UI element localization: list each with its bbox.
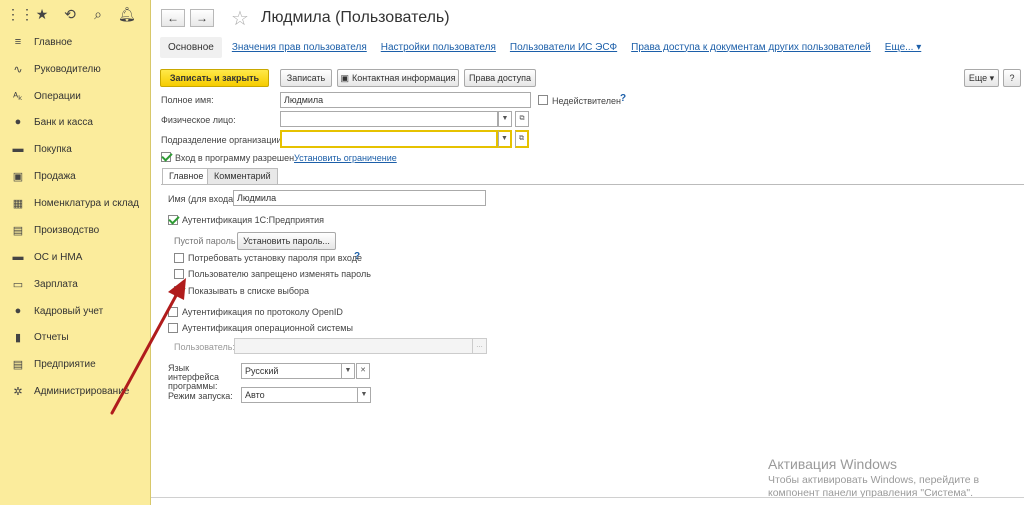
menu-icon: ≡: [14, 36, 22, 48]
help-icon[interactable]: ?: [620, 93, 626, 104]
sidebar-item-assets[interactable]: ▬ ОС и НМА: [0, 247, 150, 267]
tab-divider: [161, 184, 1024, 185]
set-password-button[interactable]: Установить пароль...: [237, 232, 336, 250]
sidebar-item-main[interactable]: ≡ Главное: [0, 32, 150, 52]
windows-activation-watermark: Активация Windows Чтобы активировать Win…: [768, 456, 980, 499]
sidebar-item-sales[interactable]: ▣ Продажа: [0, 166, 150, 186]
os-user-field: [234, 338, 473, 354]
full-name-label: Полное имя:: [161, 95, 214, 105]
tab-doc-access[interactable]: Права доступа к документам других пользо…: [631, 42, 871, 53]
contact-info-button[interactable]: ▣ Контактная информация: [337, 69, 459, 87]
full-name-field[interactable]: Людмила: [280, 92, 531, 108]
auth-1c-checkbox[interactable]: [168, 215, 178, 225]
access-rights-button[interactable]: Права доступа: [464, 69, 536, 87]
department-dropdown-icon[interactable]: ▼: [498, 130, 512, 148]
contact-icon: ▣: [340, 72, 350, 83]
tab-main[interactable]: Основное: [160, 36, 222, 58]
save-button[interactable]: Записать: [280, 69, 332, 87]
annotation-arrow-icon: [110, 278, 186, 415]
back-button[interactable]: ←: [161, 9, 185, 27]
inactive-label: Недействителен: [552, 96, 621, 106]
main-panel: ← → ☆ Людмила (Пользователь) Основное Зн…: [151, 0, 1024, 505]
launch-mode-field[interactable]: Авто: [241, 387, 358, 403]
help-button[interactable]: ?: [1003, 69, 1021, 87]
chart-icon: ∿: [13, 63, 23, 76]
sidebar-toolbar: ⋮⋮ ★ ⟲ ⌕ 🔔︎: [0, 0, 150, 27]
login-allowed-label: Вход в программу разрешен: [175, 153, 295, 163]
sidebar-item-operations[interactable]: ᴬₖ Операции: [0, 86, 150, 106]
tab-esf-users[interactable]: Пользователи ИС ЭСФ: [510, 42, 617, 53]
cart-icon: ▬: [12, 143, 24, 155]
bell-icon[interactable]: 🔔︎: [118, 6, 136, 22]
language-dropdown-icon[interactable]: ▼: [341, 363, 355, 379]
sidebar-item-production[interactable]: ▤ Производство: [0, 220, 150, 240]
department-field[interactable]: [280, 130, 498, 148]
tab-user-settings[interactable]: Настройки пользователя: [381, 42, 496, 53]
require-password-help-icon[interactable]: ?: [354, 251, 360, 262]
login-name-label: Имя (для входа):: [168, 194, 239, 204]
sidebar-item-bank[interactable]: ● Банк и касса: [0, 112, 150, 132]
launch-mode-dropdown-icon[interactable]: ▼: [357, 387, 371, 403]
people-icon: ●: [14, 305, 22, 317]
require-password-label: Потребовать установку пароля при входе: [188, 253, 362, 263]
sidebar-item-purchase[interactable]: ▬ Покупка: [0, 139, 150, 159]
auth-1c-label: Аутентификация 1С:Предприятия: [182, 215, 325, 225]
favorite-star-icon[interactable]: ☆: [231, 6, 249, 31]
department-label: Подразделение организации:: [161, 135, 285, 145]
person-label: Физическое лицо:: [161, 115, 236, 125]
login-name-field[interactable]: Людмила: [233, 190, 486, 206]
os-user-select-icon: …: [472, 338, 487, 354]
sidebar: ⋮⋮ ★ ⟲ ⌕ 🔔︎ ≡ Главное ∿ Руководителю ᴬₖ Опе…: [0, 0, 151, 505]
person-field[interactable]: [280, 111, 498, 127]
search-icon[interactable]: ⌕: [90, 6, 106, 22]
forward-button[interactable]: →: [190, 9, 214, 27]
more-button[interactable]: Еще ▾: [964, 69, 999, 87]
person-open-icon[interactable]: ⧉: [515, 111, 529, 127]
warehouse-icon: ▦: [12, 197, 24, 210]
report-icon: ▮: [14, 331, 22, 344]
gear-icon: ✲: [13, 385, 23, 398]
department-open-icon[interactable]: ⧉: [515, 130, 529, 148]
save-and-close-button[interactable]: Записать и закрыть: [160, 69, 269, 87]
truck-icon: ▬: [12, 251, 24, 263]
tab-rights-values[interactable]: Значения прав пользователя: [232, 42, 367, 53]
person-dropdown-icon[interactable]: ▼: [498, 111, 512, 127]
deny-password-change-label: Пользователю запрещено изменять пароль: [188, 269, 371, 279]
status-strip: [151, 497, 1024, 505]
bank-icon: ●: [14, 116, 22, 128]
sidebar-item-manager[interactable]: ∿ Руководителю: [0, 59, 150, 79]
operations-icon: ᴬₖ: [13, 90, 23, 103]
set-restriction-link[interactable]: Установить ограничение: [294, 153, 397, 163]
tabs-more[interactable]: Еще... ▾: [885, 42, 921, 53]
interface-language-field[interactable]: Русский: [241, 363, 342, 379]
empty-password-label: Пустой пароль: [174, 236, 236, 246]
language-clear-icon[interactable]: ✕: [356, 363, 370, 379]
section-tabs: Основное Значения прав пользователя Наст…: [160, 36, 935, 58]
factory-icon: ▤: [12, 224, 24, 237]
require-password-checkbox[interactable]: [174, 253, 184, 263]
sidebar-item-inventory[interactable]: ▦ Номенклатура и склад: [0, 193, 150, 213]
money-icon: ▭: [12, 278, 24, 291]
history-icon[interactable]: ⟲: [62, 6, 78, 22]
inactive-checkbox[interactable]: [538, 95, 548, 105]
grid-icon[interactable]: ⋮⋮: [6, 6, 34, 22]
inner-tab-main[interactable]: Главное: [162, 168, 211, 185]
page-title: Людмила (Пользователь): [261, 9, 450, 26]
inner-tab-comment[interactable]: Комментарий: [207, 168, 278, 184]
bag-icon: ▣: [12, 170, 24, 183]
star-icon[interactable]: ★: [34, 6, 50, 22]
building-icon: ▤: [12, 358, 24, 371]
login-allowed-checkbox[interactable]: [161, 152, 171, 162]
